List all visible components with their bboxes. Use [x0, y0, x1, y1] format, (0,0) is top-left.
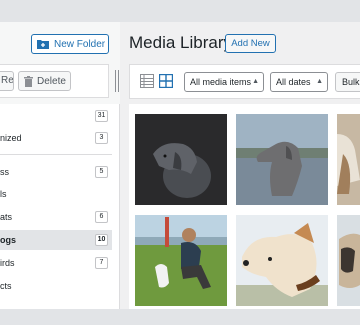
delete-label: Delete — [37, 75, 66, 87]
folders-sidebar: New Folder Rename Delete 31 nized 3 ss 5… — [0, 22, 120, 309]
page-title: Media Library — [129, 33, 232, 52]
media-thumbnail[interactable] — [337, 215, 360, 306]
media-type-value: All media items — [190, 77, 252, 87]
bulk-select-button[interactable]: Bulk — [335, 72, 360, 92]
trash-icon — [24, 75, 33, 87]
media-type-select[interactable]: All media items ▲ — [184, 72, 264, 92]
folder-count: 5 — [95, 166, 108, 178]
folder-item[interactable]: ls — [0, 184, 112, 204]
date-select[interactable]: All dates ▲ — [270, 72, 328, 92]
media-thumbnail[interactable] — [135, 215, 227, 306]
folder-label: ats — [0, 212, 13, 222]
folder-count: 7 — [95, 257, 108, 269]
folder-item[interactable]: 31 — [0, 106, 112, 126]
delete-button[interactable]: Delete — [18, 71, 71, 91]
new-folder-button[interactable]: New Folder — [31, 34, 109, 54]
folder-label: irds — [0, 258, 15, 268]
media-thumbnail[interactable] — [135, 114, 227, 205]
folder-label: nized — [0, 133, 22, 143]
top-shade — [0, 0, 360, 22]
chevron-updown-icon: ▲ — [252, 78, 259, 85]
folder-label: cts — [0, 281, 12, 291]
date-value: All dates — [276, 77, 311, 87]
rename-label: Rename — [1, 75, 14, 86]
folder-count: 3 — [95, 132, 108, 144]
rename-button[interactable]: Rename — [0, 71, 14, 91]
bottom-shade — [0, 309, 360, 325]
divider — [0, 154, 112, 155]
folder-plus-icon — [37, 40, 49, 49]
resize-handle[interactable] — [115, 70, 120, 92]
media-thumbnail[interactable] — [236, 215, 328, 306]
folder-item[interactable]: ss 5 — [0, 162, 112, 182]
add-new-button[interactable]: Add New — [225, 34, 276, 53]
folder-label: ogs — [0, 235, 17, 245]
folder-actions: Rename Delete — [0, 64, 109, 98]
media-thumbnail[interactable] — [337, 114, 360, 205]
list-view-icon[interactable] — [140, 74, 154, 88]
folder-item[interactable]: cts — [0, 276, 112, 296]
media-grid — [129, 104, 360, 309]
folder-label: ss — [0, 167, 9, 177]
media-thumbnail[interactable] — [236, 114, 328, 205]
folder-count: 31 — [95, 110, 108, 122]
folder-count: 6 — [95, 211, 108, 223]
folder-item[interactable]: nized 3 — [0, 128, 112, 148]
media-toolbar: All media items ▲ All dates ▲ Bulk — [129, 64, 360, 99]
folder-count: 10 — [95, 234, 108, 246]
folder-item[interactable]: ats 6 — [0, 207, 112, 227]
folder-item-selected[interactable]: ogs 10 — [0, 230, 112, 250]
folder-item[interactable]: irds 7 — [0, 253, 112, 273]
folder-list: 31 nized 3 ss 5 ls ats 6 ogs 10 irds 7 c… — [0, 104, 120, 309]
grid-view-icon[interactable] — [159, 74, 173, 88]
new-folder-label: New Folder — [54, 38, 106, 50]
folder-label: ls — [0, 189, 7, 199]
chevron-updown-icon: ▲ — [316, 78, 323, 85]
